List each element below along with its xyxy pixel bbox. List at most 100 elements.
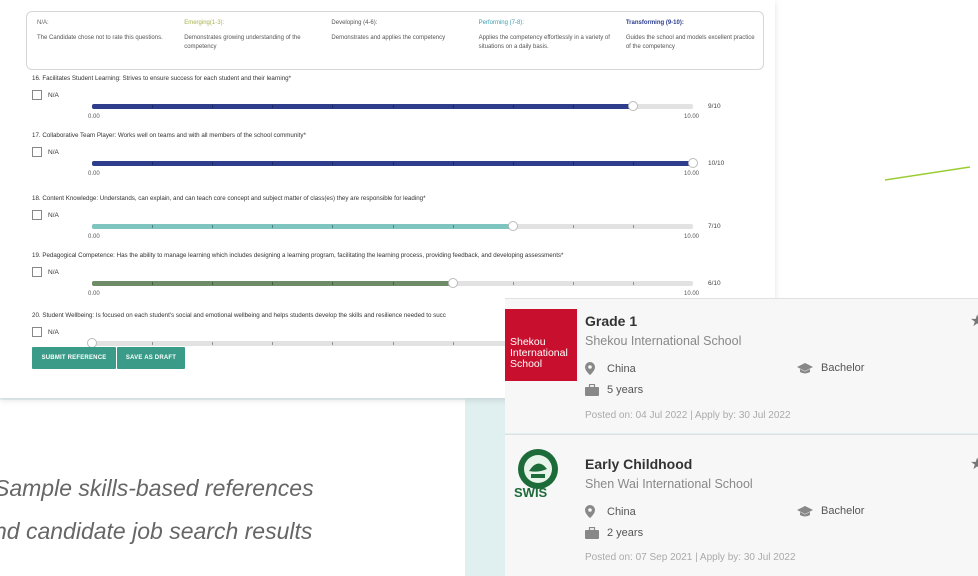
na-checkbox-row[interactable]: N/A — [32, 327, 59, 337]
location-pin-icon — [585, 505, 595, 518]
slider-tick — [572, 225, 574, 228]
job-title[interactable]: Early Childhood — [585, 456, 692, 472]
na-checkbox[interactable] — [32, 327, 42, 337]
slider-tick — [212, 282, 214, 285]
na-checkbox-row[interactable]: N/A — [32, 147, 59, 157]
job-card[interactable]: Shekou International School Grade 1 Shek… — [505, 298, 978, 433]
legend-title: Developing (4-6): — [331, 20, 378, 26]
star-icon[interactable]: ★ — [970, 311, 978, 331]
logo-text: Shekou International School — [510, 336, 568, 370]
na-label: N/A — [48, 268, 59, 276]
submit-reference-button[interactable]: SUBMIT REFERENCE — [32, 347, 116, 369]
legend-column: N/A: The Candidate chose not to rate this… — [27, 12, 174, 69]
slider-thumb[interactable] — [688, 158, 698, 168]
slider-tick — [632, 162, 634, 165]
na-checkbox[interactable] — [32, 90, 42, 100]
slider-tick — [452, 342, 454, 345]
job-degree: Bachelor — [797, 505, 864, 517]
legend-column: Developing (4-6): Demonstrates and applie… — [321, 12, 468, 69]
slider-tick — [332, 342, 334, 345]
slider-max-label: 10.00 — [684, 234, 700, 240]
na-label: N/A — [48, 211, 59, 219]
slider-tick — [512, 282, 514, 285]
slider-fill — [92, 104, 633, 109]
slider-tick — [392, 282, 394, 285]
na-checkbox-row[interactable]: N/A — [32, 267, 59, 277]
slider-tick — [632, 282, 634, 285]
legend-column: Transforming (9-10): Guides the school an… — [616, 12, 763, 69]
slider-tick — [332, 162, 334, 165]
slider-tick — [572, 105, 574, 108]
job-experience: 2 years — [585, 527, 643, 539]
legend-title: Performing (7-8): — [478, 20, 524, 26]
slider-thumb[interactable] — [507, 221, 518, 231]
legend-title: N/A: — [37, 20, 49, 26]
legend-description: Demonstrates and applies the competency — [331, 35, 446, 41]
slider-thumb[interactable] — [447, 278, 458, 288]
shekou-school-logo: Shekou International School — [505, 309, 577, 381]
slider-tick — [392, 225, 394, 228]
job-country: China — [607, 362, 636, 375]
slider-min-label: 0.00 — [88, 291, 100, 297]
job-title[interactable]: Grade 1 — [585, 313, 637, 329]
slider-min-label: 0.00 — [88, 114, 100, 120]
legend-description: Applies the competency effortlessly in a… — [478, 35, 610, 50]
na-label: N/A — [48, 148, 59, 156]
caption-line-2: nd candidate job search results — [0, 518, 313, 544]
na-label: N/A — [48, 328, 59, 336]
legend-description: Demonstrates growing understanding of th… — [184, 35, 301, 50]
slider-tick — [332, 225, 334, 228]
legend-title: Transforming (9-10): — [625, 20, 684, 26]
job-experience-text: 2 years — [607, 527, 644, 539]
slider-thumb[interactable] — [627, 101, 638, 111]
slider-tick — [512, 105, 514, 108]
save-as-draft-button[interactable]: SAVE AS DRAFT — [117, 347, 185, 369]
job-degree: Bachelor — [797, 362, 864, 374]
legend-column: Performing (7-8): Applies the competency … — [469, 12, 616, 69]
slider-tick — [512, 162, 514, 165]
score-value: 7/10 — [708, 223, 721, 230]
job-experience: 5 years — [585, 384, 643, 396]
slider-tick — [572, 282, 574, 285]
na-checkbox[interactable] — [32, 210, 42, 220]
job-location: China — [585, 505, 636, 518]
job-degree-text: Bachelor — [821, 362, 865, 374]
slider-tick — [152, 225, 154, 228]
job-post-dates: Posted on: 07 Sep 2021 | Apply by: 30 Ju… — [585, 552, 796, 563]
score-value: 10/10 — [708, 160, 725, 167]
slider-tick — [452, 225, 454, 228]
rating-slider[interactable] — [92, 278, 693, 288]
slider-tick — [392, 342, 394, 345]
slider-tick — [212, 225, 214, 228]
slider-max-label: 10.00 — [684, 171, 700, 177]
slider-tick — [272, 162, 274, 165]
na-checkbox-row[interactable]: N/A — [32, 210, 59, 220]
score-value: 6/10 — [708, 280, 721, 287]
question-text: 20. Student Wellbeing: Is focused on eac… — [32, 312, 446, 319]
question-text: 16. Facilitates Student Learning: Strive… — [32, 75, 291, 82]
slider-tick — [452, 162, 454, 165]
slider-tick — [272, 342, 274, 345]
rating-slider[interactable] — [92, 221, 693, 231]
slider-min-label: 0.00 — [88, 171, 100, 177]
na-checkbox[interactable] — [32, 267, 42, 277]
star-icon[interactable]: ★ — [970, 454, 978, 474]
briefcase-icon — [585, 384, 599, 396]
job-card[interactable]: SWIS Early Childhood Shen Wai Internatio… — [505, 434, 978, 576]
slider-tick — [152, 282, 154, 285]
slider-min-label: 0.00 — [88, 234, 100, 240]
briefcase-icon — [585, 527, 599, 539]
na-checkbox[interactable] — [32, 147, 42, 157]
na-checkbox-row[interactable]: N/A — [32, 90, 59, 100]
rating-slider[interactable] — [92, 158, 698, 168]
question-text: 18. Content Knowledge: Understands, can … — [32, 195, 426, 202]
logo-text: SWIS — [514, 485, 548, 500]
caption-line-1: Sample skills-based references — [0, 475, 314, 501]
rating-legend: N/A: The Candidate chose not to rate this… — [26, 11, 764, 70]
rating-slider[interactable] — [92, 101, 693, 111]
slider-tick — [572, 162, 574, 165]
legend-column: Emerging(1-3): Demonstrates growing under… — [174, 12, 321, 69]
question-text: 19. Pedagogical Competence: Has the abil… — [32, 252, 564, 259]
slider-tick — [332, 282, 334, 285]
slider-tick — [212, 162, 214, 165]
